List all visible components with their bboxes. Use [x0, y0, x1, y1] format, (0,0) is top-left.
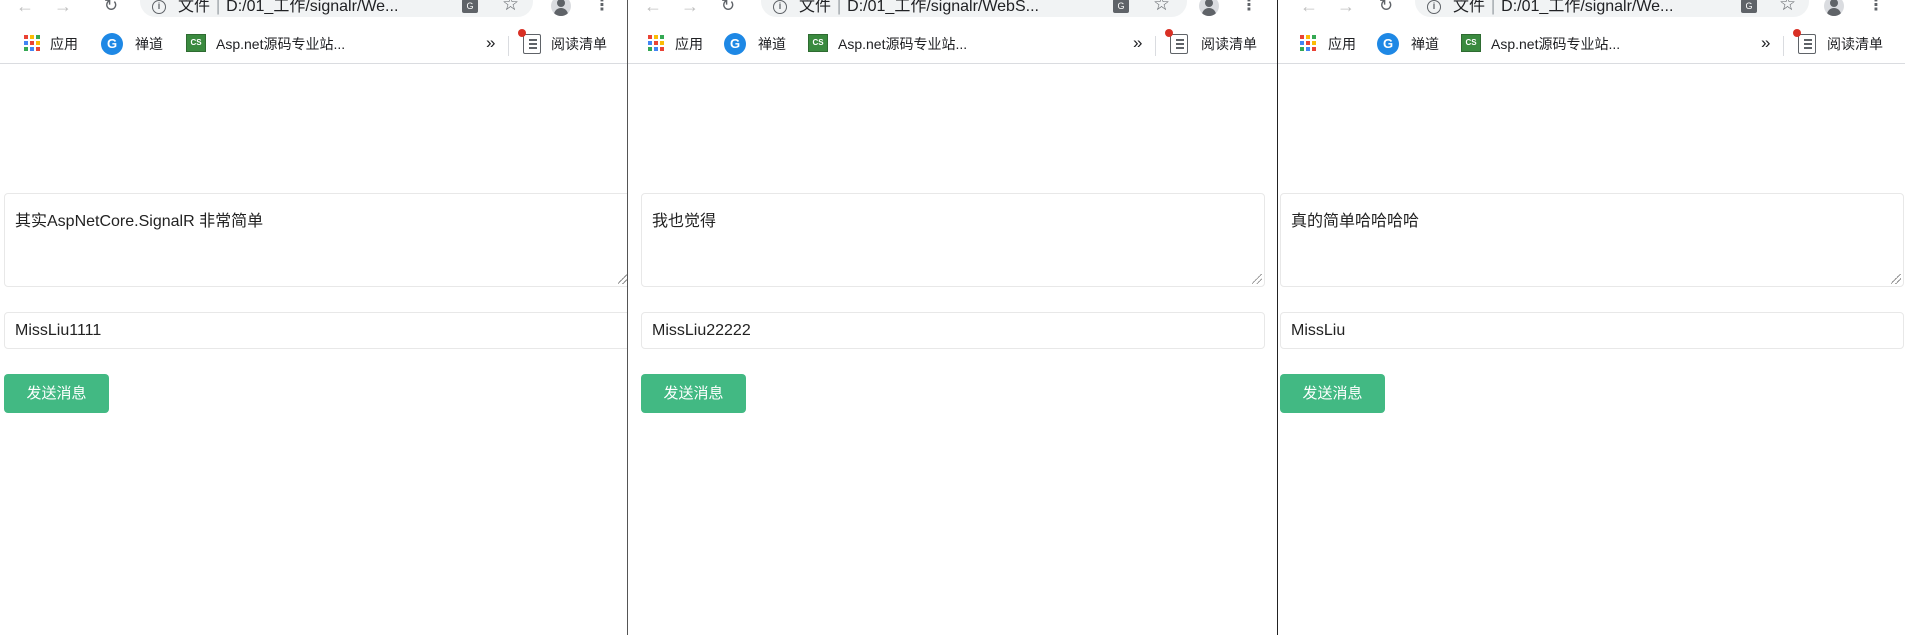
bookmark-chandao[interactable]: 禅道 — [1411, 34, 1439, 54]
browser-window-2: ← → ↻ i 文件 | D:/01_工作/signalr/WebS... G ☆ … — [627, 0, 1277, 635]
address-bar[interactable]: i 文件 | D:/01_工作/signalr/We... G ☆ — [1415, 0, 1809, 17]
apps-grid-icon[interactable] — [1300, 35, 1316, 51]
resize-grip[interactable] — [1252, 274, 1262, 284]
bookmark-apps[interactable]: 应用 — [675, 34, 703, 54]
bookmark-apps[interactable]: 应用 — [50, 34, 78, 54]
browser-window-3: ← → ↻ i 文件 | D:/01_工作/signalr/We... G ☆ ⋮ … — [1277, 0, 1905, 635]
message-textarea[interactable]: 其实AspNetCore.SignalR 非常简单 — [4, 193, 627, 287]
reload-icon[interactable]: ↻ — [717, 0, 739, 16]
reading-list-label[interactable]: 阅读清单 — [551, 34, 607, 54]
reading-list-icon[interactable] — [1165, 29, 1188, 54]
resize-grip[interactable] — [1891, 274, 1901, 284]
translate-icon[interactable]: G — [1741, 0, 1757, 13]
url-scheme-label: 文件 — [178, 0, 211, 15]
reading-list-icon[interactable] — [518, 29, 541, 54]
bookmarks-divider — [1783, 36, 1784, 56]
url-text: D:/01_工作/signalr/We... — [1501, 0, 1674, 15]
username-input[interactable]: MissLiu1111 — [4, 312, 627, 349]
info-icon[interactable]: i — [773, 0, 787, 14]
star-icon[interactable]: ☆ — [502, 0, 519, 14]
message-textarea[interactable]: 我也觉得 — [641, 193, 1265, 287]
forward-arrow-icon[interactable]: → — [1335, 0, 1357, 16]
chandao-icon[interactable]: G — [724, 33, 746, 55]
reload-icon[interactable]: ↻ — [100, 0, 122, 16]
message-text: 真的简单哈哈哈哈 — [1291, 213, 1420, 230]
bookmark-aspnet[interactable]: Asp.net源码专业站... — [838, 34, 967, 54]
message-text: 我也觉得 — [652, 213, 717, 230]
send-message-button[interactable]: 发送消息 — [641, 374, 746, 413]
forward-arrow-icon[interactable]: → — [52, 0, 74, 16]
translate-icon[interactable]: G — [462, 0, 478, 13]
browser-window-1: ← → ↻ i 文件 | D:/01_工作/signalr/We... G ☆ ⋮ … — [0, 0, 627, 635]
info-icon[interactable]: i — [1427, 0, 1441, 14]
profile-icon[interactable] — [551, 0, 571, 16]
bookmarks-divider — [508, 36, 509, 56]
profile-icon[interactable] — [1199, 0, 1219, 16]
kebab-menu-icon[interactable]: ⋮ — [594, 0, 610, 16]
apps-grid-icon[interactable] — [24, 35, 40, 51]
bookmark-chandao[interactable]: 禅道 — [135, 34, 163, 54]
username-input[interactable]: MissLiu — [1280, 312, 1904, 349]
username-input[interactable]: MissLiu22222 — [641, 312, 1265, 349]
star-icon[interactable]: ☆ — [1153, 0, 1170, 14]
back-arrow-icon[interactable]: ← — [642, 0, 664, 16]
bookmark-aspnet[interactable]: Asp.net源码专业站... — [1491, 34, 1620, 54]
translate-icon[interactable]: G — [1113, 0, 1129, 13]
reload-icon[interactable]: ↻ — [1375, 0, 1397, 16]
bookmark-apps[interactable]: 应用 — [1328, 34, 1356, 54]
back-arrow-icon[interactable]: ← — [14, 0, 36, 16]
reading-list-label[interactable]: 阅读清单 — [1827, 34, 1883, 54]
bookmarks-more-button[interactable]: » — [1133, 33, 1142, 53]
star-icon[interactable]: ☆ — [1779, 0, 1796, 14]
url-text: D:/01_工作/signalr/WebS... — [847, 0, 1039, 15]
profile-icon[interactable] — [1824, 0, 1844, 16]
url-scheme-label: 文件 — [1453, 0, 1486, 15]
browser-toolbar: ← → ↻ i 文件 | D:/01_工作/signalr/We... G ☆ ⋮ — [0, 0, 627, 23]
url-text: D:/01_工作/signalr/We... — [226, 0, 399, 15]
reading-list-icon[interactable] — [1793, 29, 1816, 54]
kebab-menu-icon[interactable]: ⋮ — [1868, 0, 1884, 16]
bookmarks-bar: 应用 G 禅道 CS Asp.net源码专业站... » 阅读清单 — [0, 28, 627, 64]
bookmarks-more-button[interactable]: » — [1761, 33, 1770, 53]
url-scheme-label: 文件 — [799, 0, 832, 15]
bookmark-aspnet[interactable]: Asp.net源码专业站... — [216, 34, 345, 54]
info-icon[interactable]: i — [152, 0, 166, 14]
message-textarea[interactable]: 真的简单哈哈哈哈 — [1280, 193, 1904, 287]
chandao-icon[interactable]: G — [1377, 33, 1399, 55]
bookmarks-bar: 应用 G 禅道 CS Asp.net源码专业站... » 阅读清单 — [628, 28, 1277, 64]
message-text: 其实AspNetCore.SignalR 非常简单 — [15, 213, 264, 230]
browser-toolbar: ← → ↻ i 文件 | D:/01_工作/signalr/We... G ☆ ⋮ — [1278, 0, 1905, 23]
forward-arrow-icon[interactable]: → — [679, 0, 701, 16]
reading-list-label[interactable]: 阅读清单 — [1201, 34, 1257, 54]
address-bar[interactable]: i 文件 | D:/01_工作/signalr/We... G ☆ — [140, 0, 533, 17]
address-bar[interactable]: i 文件 | D:/01_工作/signalr/WebS... G ☆ — [761, 0, 1187, 17]
aspnet-favicon[interactable]: CS — [808, 34, 828, 52]
resize-grip[interactable] — [618, 274, 627, 284]
back-arrow-icon[interactable]: ← — [1298, 0, 1320, 16]
bookmark-chandao[interactable]: 禅道 — [758, 34, 786, 54]
chandao-icon[interactable]: G — [101, 33, 123, 55]
bookmarks-divider — [1155, 36, 1156, 56]
bookmarks-bar: 应用 G 禅道 CS Asp.net源码专业站... » 阅读清单 — [1278, 28, 1905, 64]
send-message-button[interactable]: 发送消息 — [4, 374, 109, 413]
bookmarks-more-button[interactable]: » — [486, 33, 495, 53]
kebab-menu-icon[interactable]: ⋮ — [1241, 0, 1257, 16]
aspnet-favicon[interactable]: CS — [186, 34, 206, 52]
browser-toolbar: ← → ↻ i 文件 | D:/01_工作/signalr/WebS... G ☆ … — [628, 0, 1277, 23]
send-message-button[interactable]: 发送消息 — [1280, 374, 1385, 413]
aspnet-favicon[interactable]: CS — [1461, 34, 1481, 52]
apps-grid-icon[interactable] — [648, 35, 664, 51]
